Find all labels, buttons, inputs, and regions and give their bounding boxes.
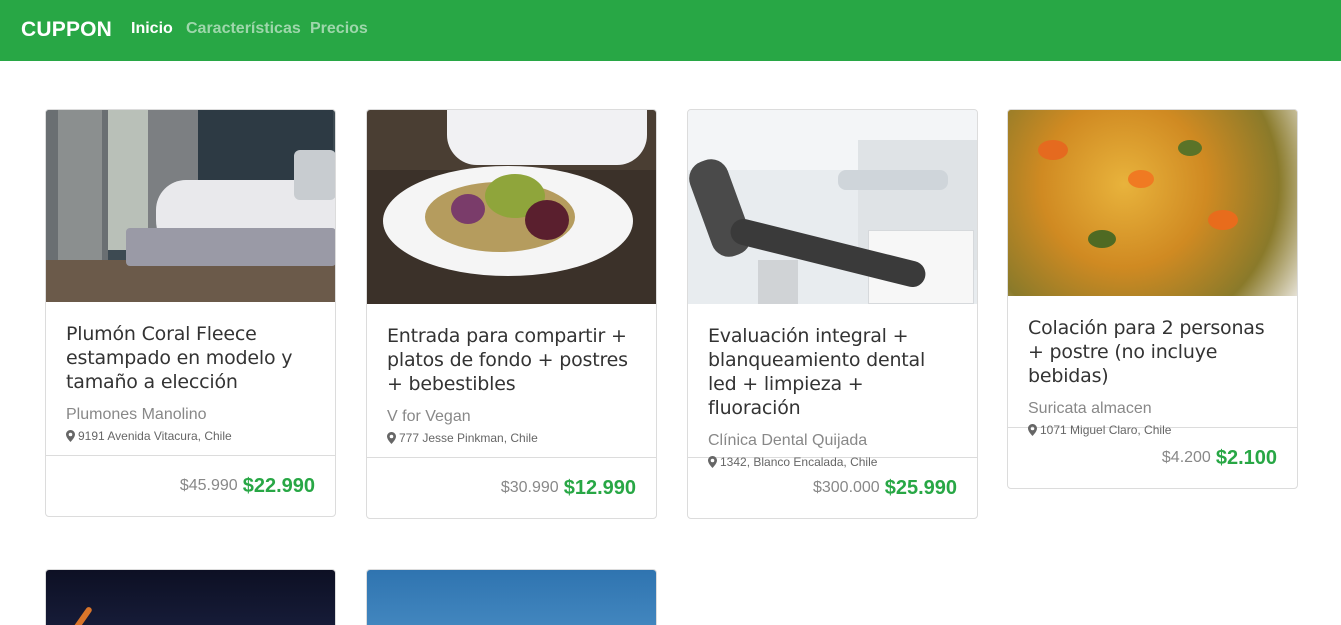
new-price: $22.990 (242, 474, 315, 497)
nav-link-inicio[interactable]: Inicio (131, 20, 173, 38)
address-text: 1342, Blanco Encalada, Chile (720, 455, 878, 469)
merchant-name: Suricata almacen (1028, 400, 1152, 417)
deal-card[interactable]: Colación para 2 personas + postre (no in… (1007, 109, 1298, 489)
dental-clinic-photo (688, 110, 977, 304)
map-marker-icon (66, 430, 75, 442)
deal-card[interactable]: Evaluación integral + blanqueamiento den… (687, 109, 978, 519)
map-marker-icon (708, 456, 717, 468)
old-price: $30.990 (500, 479, 559, 496)
address-text: 777 Jesse Pinkman, Chile (399, 431, 538, 445)
card-footer: $30.990 $12.990 (367, 458, 656, 518)
old-price: $300.000 (812, 479, 880, 496)
food-dish-photo (1008, 110, 1297, 296)
vegan-salad-photo (367, 110, 656, 304)
card-body: Colación para 2 personas + postre (no in… (1008, 296, 1297, 437)
blue-sky-photo (367, 570, 656, 625)
old-price: $4.200 (1161, 449, 1211, 466)
address-text: 9191 Avenida Vitacura, Chile (78, 429, 232, 443)
new-price: $25.990 (884, 476, 957, 499)
nav-link-caracteristicas[interactable]: Características (186, 20, 301, 38)
new-price: $12.990 (563, 476, 636, 499)
deal-card[interactable] (366, 569, 657, 625)
card-footer: $4.200 $2.100 (1008, 428, 1297, 488)
map-marker-icon (1028, 424, 1037, 436)
new-price: $2.100 (1215, 446, 1277, 469)
brand-logo[interactable]: CUPPON (21, 18, 112, 42)
deal-card[interactable]: Entrada para compartir + platos de fondo… (366, 109, 657, 519)
merchant-name: Plumones Manolino (66, 406, 207, 423)
night-sky-photo (46, 570, 335, 625)
merchant-address: 9191 Avenida Vitacura, Chile (66, 429, 315, 443)
card-title[interactable]: Evaluación integral + blanqueamiento den… (708, 324, 957, 420)
address-text: 1071 Miguel Claro, Chile (1040, 423, 1172, 437)
map-marker-icon (387, 432, 396, 444)
bedroom-photo (46, 110, 335, 302)
card-title[interactable]: Entrada para compartir + platos de fondo… (387, 324, 636, 396)
card-title[interactable]: Plumón Coral Fleece estampado en modelo … (66, 322, 315, 394)
merchant-address: 777 Jesse Pinkman, Chile (387, 431, 636, 445)
nav-link-precios[interactable]: Precios (310, 20, 368, 38)
card-body: Plumón Coral Fleece estampado en modelo … (46, 302, 335, 456)
old-price: $45.990 (179, 477, 238, 494)
merchant-name: V for Vegan (387, 408, 471, 425)
deal-card[interactable]: Plumón Coral Fleece estampado en modelo … (45, 109, 336, 517)
merchant-name: Clínica Dental Quijada (708, 432, 868, 449)
card-body: Entrada para compartir + platos de fondo… (367, 304, 656, 458)
navbar: CUPPON Inicio Características Precios (0, 0, 1341, 61)
card-title[interactable]: Colación para 2 personas + postre (no in… (1028, 316, 1277, 388)
deal-card[interactable] (45, 569, 336, 625)
card-body: Evaluación integral + blanqueamiento den… (688, 304, 977, 469)
card-footer: $45.990 $22.990 (46, 456, 335, 516)
